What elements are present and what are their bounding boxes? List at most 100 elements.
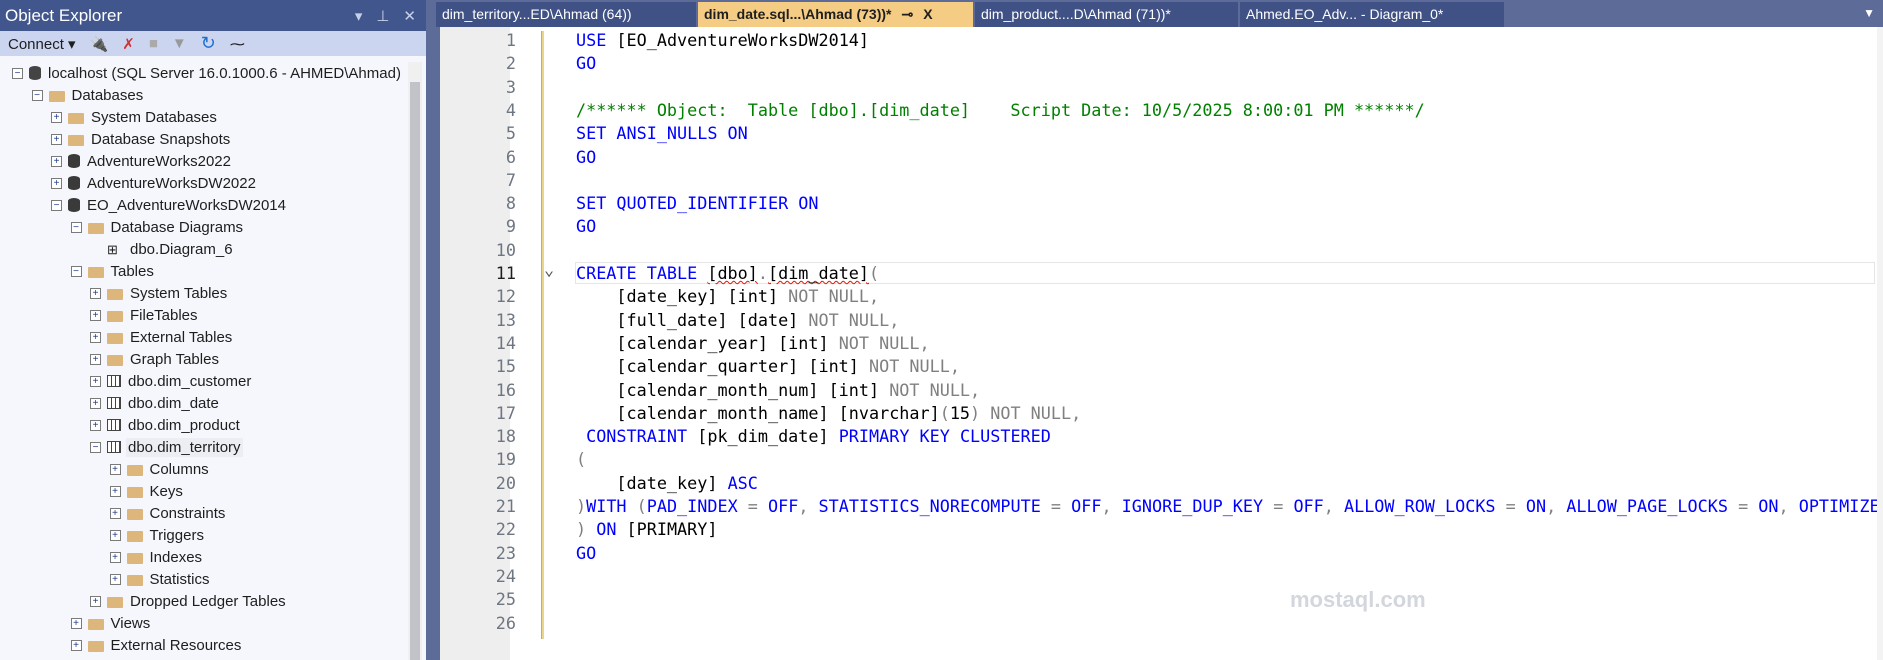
code-line[interactable]: 14 [calendar_year] [int] NOT NULL, [440,332,1883,355]
code-line[interactable]: 7 [440,169,1883,192]
tree-item[interactable]: + Indexes [0,546,408,568]
code-line[interactable]: 1 USE [EO_AdventureWorksDW2014] [440,29,1883,52]
expand-icon[interactable]: + [90,595,101,607]
code-line[interactable]: 2 GO [440,52,1883,75]
tree-item[interactable]: − EO_AdventureWorksDW2014 [0,194,408,216]
code-line[interactable]: 21)WITH (PAD_INDEX = OFF, STATISTICS_NOR… [440,495,1883,518]
expand-icon[interactable]: + [70,617,82,629]
tree-item[interactable]: + Database Snapshots [0,128,408,150]
tree-item[interactable]: + Triggers [0,524,408,546]
expand-icon[interactable]: + [90,419,101,431]
code-line[interactable]: 19 ( [440,448,1883,471]
code-line[interactable]: 23 GO [440,542,1883,565]
tree-item[interactable]: − Database Diagrams [0,216,408,238]
expand-icon[interactable]: + [109,463,121,475]
expand-icon[interactable]: + [90,331,101,343]
tree-item[interactable]: + Views [0,612,408,634]
sql-editor[interactable]: 1 USE [EO_AdventureWorksDW2014] 2 GO 3 4 /****… [440,27,1883,660]
tree-item[interactable]: + Constraints [0,502,408,524]
expand-icon[interactable]: + [90,375,101,387]
tree-item[interactable]: + AdventureWorksDW2022 [0,172,408,194]
expand-icon[interactable]: + [109,529,121,541]
fold-icon[interactable]: ⌄ [544,258,554,281]
tree-item[interactable]: + FileTables [0,304,408,326]
expand-icon[interactable]: + [51,111,62,123]
tree-item[interactable]: + dbo.dim_date [0,392,408,414]
tree-item[interactable]: + Graph Tables [0,348,408,370]
tree-item[interactable]: + System Databases [0,106,408,128]
code-line[interactable]: 22) ON [PRIMARY] [440,518,1883,541]
activity-monitor-icon[interactable]: ⁓ [230,35,245,53]
code-line[interactable]: 5 SET ANSI_NULLS ON [440,122,1883,145]
close-tab-icon[interactable]: X [923,6,932,23]
code-line[interactable]: 17 [calendar_month_name] [nvarchar](15) … [440,402,1883,425]
code-line[interactable]: 20 [date_key] ASC [440,472,1883,495]
code-line[interactable]: 3 [440,76,1883,99]
tree-item[interactable]: + External Tables [0,326,408,348]
expand-icon[interactable]: + [90,309,101,321]
tree-item[interactable]: − Databases [0,84,408,106]
tree-item[interactable]: + External Resources [0,634,408,656]
tree-item[interactable]: + dbo.dim_customer [0,370,408,392]
code-line[interactable]: 8 SET QUOTED_IDENTIFIER ON [440,192,1883,215]
code-line[interactable]: 25 [440,588,1883,611]
code-line[interactable]: 12 [date_key] [int] NOT NULL, [440,285,1883,308]
connect-plug-icon[interactable]: 🔌 [90,35,109,53]
code-line[interactable]: 4 /****** Object: Table [dbo].[dim_date] … [440,99,1883,122]
pin-icon[interactable]: ⊸ [901,6,913,23]
tree-item[interactable]: + Statistics [0,568,408,590]
expand-icon[interactable]: + [109,485,121,497]
expand-icon[interactable]: + [51,133,62,145]
code-line[interactable]: 6 GO [440,146,1883,169]
expand-icon[interactable]: + [51,155,62,167]
pin-icon[interactable]: ⊥ [376,7,389,25]
tree-item[interactable]: ⊞ dbo.Diagram_6 [0,238,408,260]
expand-icon[interactable]: + [90,397,101,409]
expand-icon[interactable]: + [109,551,121,563]
filter-icon[interactable]: ▼ [172,35,187,52]
code-line[interactable]: 24 [440,565,1883,588]
stop-icon[interactable]: ■ [149,35,158,52]
tree-item[interactable]: + Dropped Ledger Tables [0,590,408,612]
collapse-icon[interactable]: − [70,221,82,233]
disconnect-icon[interactable]: ✗ [122,35,135,53]
code-line[interactable]: 10 [440,239,1883,262]
code-line[interactable]: 15 [calendar_quarter] [int] NOT NULL, [440,355,1883,378]
expand-icon[interactable]: + [70,639,82,651]
scrollbar-thumb[interactable] [410,82,420,660]
tree-item[interactable]: − Tables [0,260,408,282]
refresh-icon[interactable]: ↻ [201,33,216,54]
code-line[interactable]: 26 [440,612,1883,635]
editor-scrollbar[interactable] [1877,27,1883,660]
code-line[interactable]: 13 [full_date] [date] NOT NULL, [440,309,1883,332]
tree-item[interactable]: − dbo.dim_territory [0,436,408,458]
collapse-icon[interactable]: − [51,199,62,211]
collapse-icon[interactable]: − [70,265,82,277]
close-icon[interactable]: ✕ [403,7,416,25]
collapse-icon[interactable]: − [31,89,43,101]
tree-item[interactable]: + dbo.dim_product [0,414,408,436]
tab-3[interactable]: dim_product....D\Ahmad (71))* [975,2,1238,27]
code-line[interactable]: 16 [calendar_month_num] [int] NOT NULL, [440,379,1883,402]
tree-item[interactable]: + AdventureWorks2022 [0,150,408,172]
expand-icon[interactable]: + [109,507,121,519]
code-line[interactable]: 11 ⌄ CREATE TABLE [dbo].[dim_date]( [440,259,1883,285]
dropdown-icon[interactable]: ▾ [355,7,363,25]
tree-item[interactable]: + Columns [0,458,408,480]
tree-item[interactable]: + System Tables [0,282,408,304]
code-line[interactable]: 9 GO [440,215,1883,238]
expand-icon[interactable]: + [51,177,62,189]
tree-item[interactable]: + Keys [0,480,408,502]
tab-1[interactable]: dim_territory...ED\Ahmad (64)) [436,2,696,27]
collapse-icon[interactable]: − [12,67,23,79]
code-line[interactable]: 18 CONSTRAINT [pk_dim_date] PRIMARY KEY … [440,425,1883,448]
expand-icon[interactable]: + [109,573,121,585]
expand-icon[interactable]: + [90,353,101,365]
tab-overflow-dropdown-icon[interactable]: ▼ [1863,6,1875,20]
collapse-icon[interactable]: − [90,441,101,453]
tab-2[interactable]: dim_date.sql...\Ahmad (73))* ⊸ X [698,2,973,27]
tab-4[interactable]: Ahmed.EO_Adv... - Diagram_0* [1240,2,1504,27]
tree-item[interactable]: − localhost (SQL Server 16.0.1000.6 - AHM… [0,62,408,84]
tree-scrollbar[interactable] [408,62,422,660]
expand-icon[interactable]: + [90,287,101,299]
